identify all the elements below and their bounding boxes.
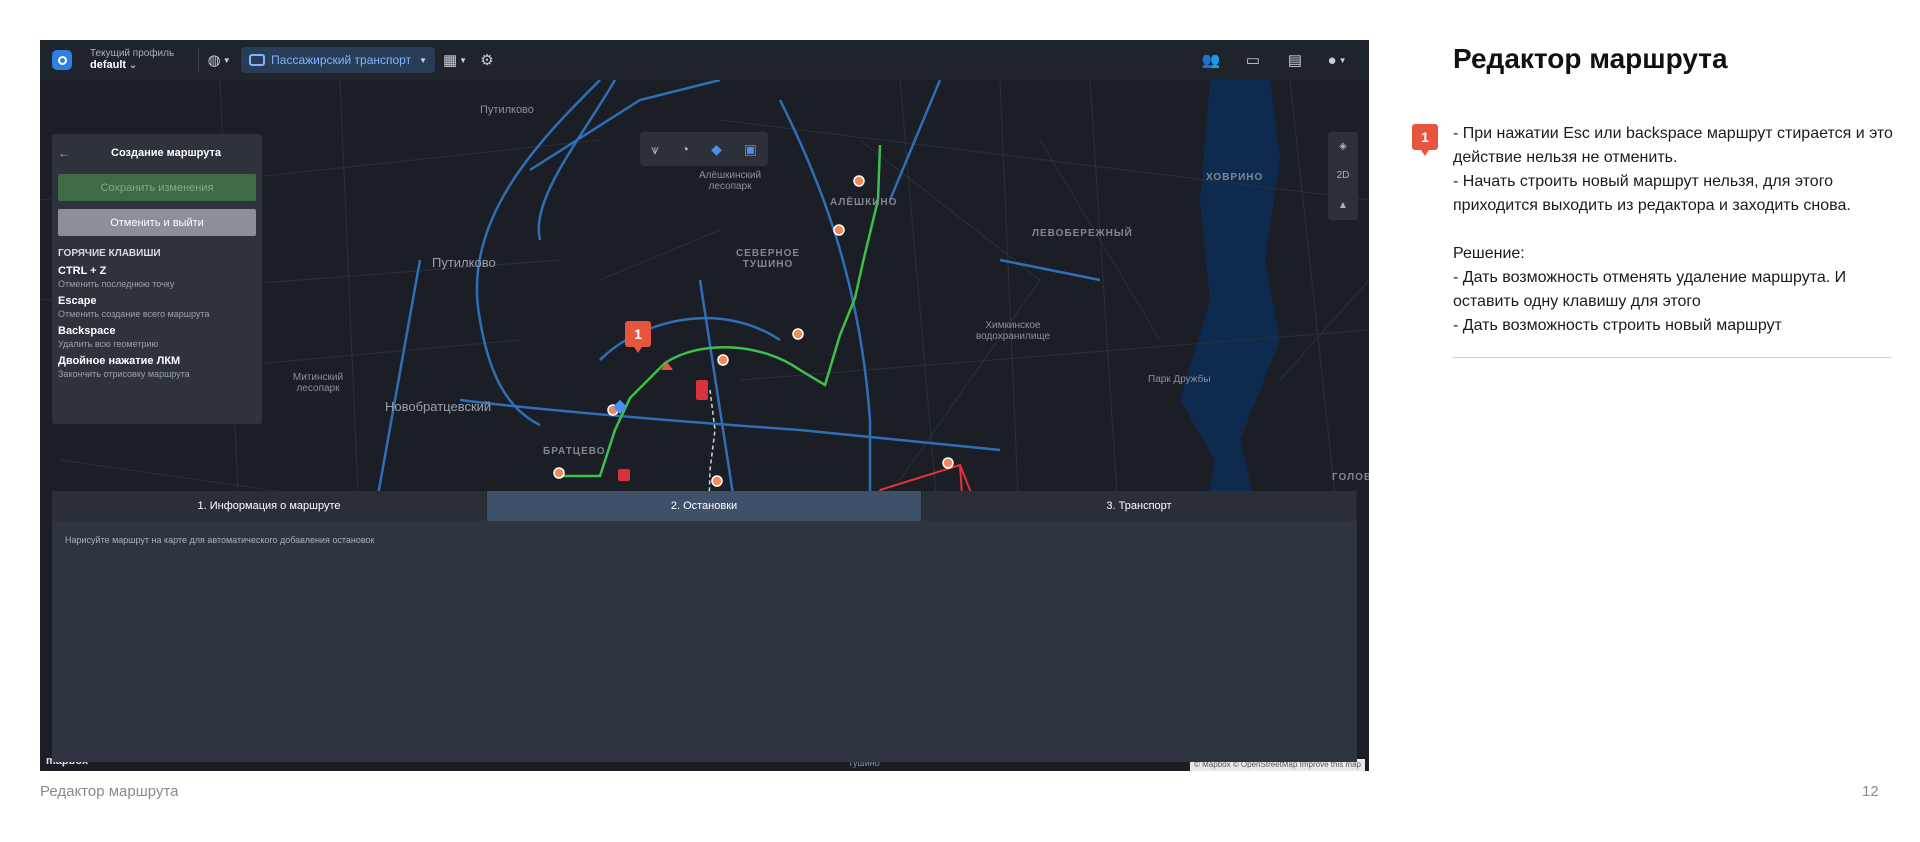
map-label: Путилково — [432, 255, 496, 270]
note-line: - Дать возможность строить новый маршрут — [1453, 317, 1782, 334]
stop-marker[interactable] — [792, 328, 804, 340]
notes-title: Редактор маршрута — [1453, 43, 1728, 74]
dashboard-icon[interactable]: ▦ ▼ — [443, 48, 467, 72]
app-screenshot: Текущий профиль default ◍▼ Пассажирский … — [40, 40, 1369, 771]
editor-header: ← Создание маршрута — [58, 144, 256, 162]
layers-icon[interactable]: ◈ — [1339, 141, 1347, 152]
users-icon[interactable]: 👥 — [1199, 48, 1223, 72]
hotkey-desc: Удалить всю геометрию — [58, 339, 159, 349]
stop-marker[interactable] — [553, 467, 565, 479]
stop-marker[interactable] — [711, 475, 723, 487]
hotkeys-heading: ГОРЯЧИЕ КЛАВИШИ — [58, 248, 161, 259]
save-changes-button[interactable]: Сохранить изменения — [58, 174, 256, 201]
chevron-down-icon: ▼ — [419, 55, 428, 65]
top-bar: Текущий профиль default ◍▼ Пассажирский … — [40, 40, 1369, 80]
map-controls: ◈ 2D ▲ — [1328, 132, 1358, 220]
divider — [1453, 357, 1891, 358]
notes-marker: 1 — [1412, 124, 1438, 156]
tab-route-info[interactable]: 1. Информация о маршруте — [52, 491, 487, 521]
profile-selector[interactable]: Текущий профиль default — [90, 48, 174, 72]
map-label: СЕВЕРНОЕ ТУШИНО — [735, 248, 801, 270]
profile-value[interactable]: default — [90, 59, 174, 72]
hotkey-desc: Отменить последнюю точку — [58, 279, 175, 289]
bus-tool-icon[interactable]: ▣ — [744, 141, 757, 158]
note-line: - Начать строить новый маршрут нельзя, д… — [1453, 173, 1851, 214]
footer-title: Редактор маршрута — [40, 783, 179, 800]
map-toolbar: ⩛ ◔ ◆ ▣ — [640, 132, 768, 166]
transport-mode-dropdown[interactable]: Пассажирский транспорт ▼ — [241, 47, 436, 73]
stops-hint: Нарисуйте маршрут на карте для автоматич… — [65, 535, 375, 545]
route-details-panel: 1. Информация о маршруте 2. Остановки 3.… — [52, 491, 1357, 762]
profile-label: Текущий профиль — [90, 47, 175, 59]
compass-icon[interactable]: ▲ — [1338, 200, 1348, 211]
map-label: Новобратцевский — [385, 399, 492, 414]
stop-marker[interactable] — [717, 354, 729, 366]
stop-marker[interactable] — [853, 175, 865, 187]
top-bar-right: 👥 ▭ ▤ ● ▼ — [1199, 48, 1349, 72]
hotkey-key: CTRL + Z — [58, 265, 107, 277]
map-label: Алёшкинский лесопарк — [698, 170, 762, 192]
view-2d-toggle[interactable]: 2D — [1337, 170, 1350, 181]
map-label: ГОЛОВ — [1332, 472, 1369, 483]
bus-stop-icon[interactable] — [696, 380, 708, 400]
editor-title: Создание маршрута — [111, 147, 221, 159]
map-label: Митинский лесопарк — [292, 372, 344, 394]
note-line: - При нажатии Esc или backspace маршрут … — [1453, 125, 1893, 166]
slide: Текущий профиль default ◍▼ Пассажирский … — [0, 0, 1920, 842]
route-tabs: 1. Информация о маршруте 2. Остановки 3.… — [52, 491, 1357, 521]
map-label: ХОВРИНО — [1206, 172, 1264, 183]
hotkey-desc: Закончить отрисовку маршрута — [58, 369, 190, 379]
bus-stop-icon[interactable] — [618, 469, 630, 481]
draw-route-icon[interactable]: ⩛ — [651, 141, 659, 158]
user-icon[interactable]: ● ▼ — [1325, 48, 1349, 72]
route-editor-panel: ← Создание маршрута Сохранить изменения … — [52, 134, 262, 424]
hotkey-key: Backspace — [58, 325, 116, 337]
bus-icon — [249, 54, 266, 66]
water-reservoir — [1180, 80, 1280, 540]
page-number: 12 — [1862, 783, 1879, 800]
app-logo-icon[interactable] — [52, 50, 72, 70]
stop-tool-icon[interactable]: ◆ — [711, 141, 722, 158]
solution-heading: Решение: — [1453, 245, 1525, 262]
divider — [198, 48, 200, 72]
route-line — [559, 144, 882, 478]
speedometer-icon[interactable]: ◔ — [681, 141, 689, 157]
callout-marker: 1 — [625, 321, 651, 353]
map-label: Парк Дружбы — [1148, 374, 1211, 385]
hotkey-desc: Отменить создание всего маршрута — [58, 309, 210, 319]
tab-stops[interactable]: 2. Остановки — [487, 491, 922, 521]
transport-mode-label: Пассажирский транспорт — [271, 53, 412, 67]
clipboard-icon[interactable]: ▤ — [1283, 48, 1307, 72]
map-label: Химкинское водохранилище — [975, 320, 1051, 342]
cancel-and-exit-button[interactable]: Отменить и выйти — [58, 209, 256, 236]
back-arrow-icon[interactable]: ← — [58, 146, 76, 160]
map-label: Путилково — [480, 104, 534, 116]
hotkey-key: Escape — [58, 295, 97, 307]
map-label: ЛЕВОБЕРЕЖНЫЙ — [1032, 228, 1133, 239]
stop-marker[interactable] — [942, 457, 954, 469]
hotkey-key: Двойное нажатие ЛКМ — [58, 355, 181, 367]
tab-transport[interactable]: 3. Транспорт — [922, 491, 1357, 521]
archive-icon[interactable]: ▭ — [1241, 48, 1265, 72]
globe-icon[interactable]: ◍ ▼ — [207, 48, 231, 72]
stop-marker[interactable] — [833, 224, 845, 236]
notes-body: - При нажатии Esc или backspace маршрут … — [1453, 122, 1893, 338]
note-line: - Дать возможность отменять удаление мар… — [1453, 269, 1847, 310]
car-settings-icon[interactable]: ⚙ — [475, 48, 499, 72]
map-label: БРАТЦЕВО — [543, 446, 606, 457]
map-label: АЛЁШКИНО — [830, 197, 898, 208]
